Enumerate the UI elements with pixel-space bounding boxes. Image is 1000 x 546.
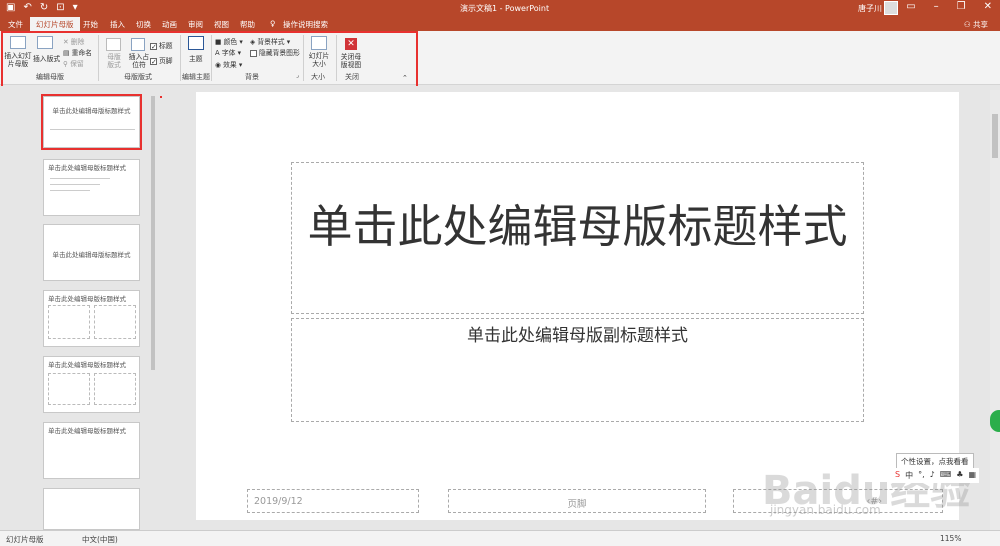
thumbnail-layout[interactable]: 单击此处编辑母版标题样式 bbox=[43, 422, 140, 479]
user-name[interactable]: 唐子川 bbox=[858, 3, 882, 14]
thumbnail-layout[interactable]: 单击此处编辑母版标题样式 bbox=[43, 159, 140, 216]
tab-help[interactable]: 帮助 bbox=[240, 19, 255, 30]
tab-transitions[interactable]: 切换 bbox=[136, 19, 151, 30]
thumbnail-title: 单击此处编辑母版标题样式 bbox=[48, 427, 126, 435]
save-icon[interactable]: ▣ bbox=[6, 2, 15, 14]
thumbnail-layout[interactable]: 单击此处编辑母版标题样式 bbox=[43, 356, 140, 413]
sogou-icon[interactable]: S bbox=[895, 470, 900, 481]
present-icon[interactable]: ⊡ bbox=[56, 2, 64, 14]
master-subtitle-placeholder[interactable]: 单击此处编辑母版副标题样式 bbox=[291, 318, 864, 422]
status-language[interactable]: 中文(中国) bbox=[82, 534, 118, 545]
share-button[interactable]: ⚇ 共享 bbox=[964, 19, 988, 30]
selected-thumbnail-box bbox=[41, 94, 142, 150]
tab-file[interactable]: 文件 bbox=[8, 19, 23, 30]
vertical-scrollbar[interactable] bbox=[990, 90, 1000, 530]
tab-slide-master[interactable]: 幻灯片母版 bbox=[30, 17, 80, 31]
thumbnail-title: 单击此处编辑母版标题样式 bbox=[48, 164, 126, 172]
thumbnail-line bbox=[50, 178, 110, 179]
thumbnail-line bbox=[50, 184, 100, 185]
person-icon: ⚇ bbox=[963, 20, 973, 29]
thumbnail-title: 单击此处编辑母版标题样式 bbox=[48, 361, 126, 369]
scrollbar-thumb[interactable] bbox=[992, 114, 998, 158]
restore-icon[interactable]: ❐ bbox=[957, 1, 966, 12]
ribbon-display-icon[interactable]: ▭ bbox=[906, 1, 915, 12]
thumbnail-line bbox=[50, 190, 90, 191]
undo-icon[interactable]: ↶ bbox=[23, 2, 31, 14]
chinese-mode-icon[interactable]: 中 bbox=[905, 470, 913, 481]
thumbnail-layout[interactable] bbox=[43, 488, 140, 530]
quick-access-toolbar: ▣ ↶ ↻ ⊡ ▾ bbox=[6, 2, 78, 14]
mic-icon[interactable]: ♪ bbox=[930, 470, 935, 481]
tab-review[interactable]: 审阅 bbox=[188, 19, 203, 30]
thumbnail-title: 单击此处编辑母版标题样式 bbox=[52, 251, 131, 259]
thumbnail-scrollbar[interactable] bbox=[151, 96, 155, 370]
thumbnail-content-box bbox=[48, 373, 90, 405]
skin-icon[interactable]: ♣ bbox=[956, 470, 963, 481]
document-title: 演示文稿1 - PowerPoint bbox=[460, 4, 550, 13]
master-title-placeholder[interactable]: 单击此处编辑母版标题样式 bbox=[291, 162, 864, 314]
avatar[interactable] bbox=[884, 1, 898, 15]
window-controls: ▭ – ❐ ✕ bbox=[906, 1, 992, 12]
watermark-url: jingyan.baidu.com bbox=[770, 503, 881, 517]
tab-insert[interactable]: 插入 bbox=[110, 19, 125, 30]
status-bar: 幻灯片母版 中文(中国) 115% bbox=[0, 530, 1000, 546]
status-view: 幻灯片母版 bbox=[6, 535, 44, 544]
customize-icon[interactable]: ▾ bbox=[73, 2, 78, 14]
tab-animations[interactable]: 动画 bbox=[162, 19, 177, 30]
toolbox-icon[interactable]: ▦ bbox=[968, 470, 976, 481]
thumbnail-title: 单击此处编辑母版标题样式 bbox=[48, 295, 126, 303]
tab-home[interactable]: 开始 bbox=[83, 19, 98, 30]
keyboard-icon[interactable]: ⌨ bbox=[940, 470, 952, 481]
redo-icon[interactable]: ↻ bbox=[40, 2, 48, 14]
thumbnail-layout[interactable]: 单击此处编辑母版标题样式 bbox=[43, 290, 140, 347]
thumbnail-content-box bbox=[48, 305, 90, 339]
title-bar: ▣ ↶ ↻ ⊡ ▾ 演示文稿1 - PowerPoint 唐子川 ▭ – ❐ ✕ bbox=[0, 0, 1000, 17]
lightbulb-icon: ♀ bbox=[270, 19, 276, 28]
tell-me-search[interactable]: 操作说明搜索 bbox=[283, 19, 328, 30]
share-label: 共享 bbox=[973, 20, 988, 29]
ime-toolbar: S 中 °, ♪ ⌨ ♣ ▦ bbox=[892, 468, 980, 483]
date-placeholder[interactable]: 2019/9/12 bbox=[247, 489, 419, 513]
thumbnail-layout[interactable]: 单击此处编辑母版标题样式 bbox=[43, 224, 140, 281]
thumbnail-content-box bbox=[94, 373, 136, 405]
punctuation-icon[interactable]: °, bbox=[918, 470, 925, 481]
tab-view[interactable]: 视图 bbox=[214, 19, 229, 30]
footer-placeholder[interactable]: 页脚 bbox=[448, 489, 706, 513]
minimize-icon[interactable]: – bbox=[934, 1, 939, 12]
zoom-level[interactable]: 115% bbox=[940, 534, 961, 543]
floating-green-button[interactable] bbox=[990, 410, 1000, 432]
close-icon[interactable]: ✕ bbox=[984, 1, 992, 12]
ribbon-tabs: 文件 幻灯片母版 开始 插入 切换 动画 审阅 视图 帮助 ♀ 操作说明搜索 ⚇… bbox=[0, 17, 1000, 31]
thumbnail-content-box bbox=[94, 305, 136, 339]
